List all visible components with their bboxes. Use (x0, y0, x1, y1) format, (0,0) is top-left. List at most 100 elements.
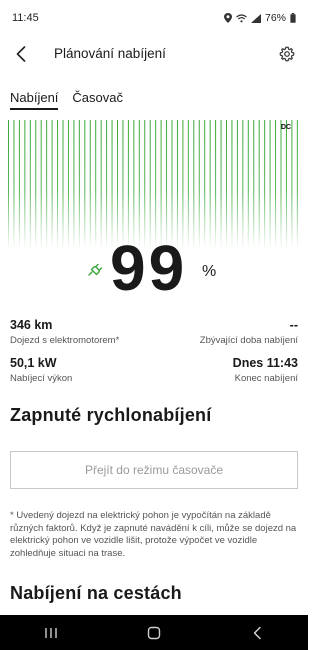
tab-bar: Nabíjení Časovač (10, 90, 123, 110)
status-bar: 11:45 76% (0, 0, 308, 36)
charge-bar (111, 120, 113, 250)
charge-bar (264, 120, 266, 250)
power-label: Nabíjecí výkon (10, 373, 73, 384)
charge-bar (73, 120, 75, 250)
charge-bar (89, 120, 91, 250)
system-nav-bar (0, 615, 308, 650)
charge-bar (78, 120, 80, 250)
remaining-time-label: Zbývající doba nabíjení (199, 335, 298, 346)
charge-bar (171, 120, 173, 250)
charge-bar (166, 120, 168, 250)
system-back-button[interactable] (237, 618, 277, 648)
charge-bar (51, 120, 53, 250)
recents-icon (45, 627, 58, 638)
charge-bar (280, 120, 282, 250)
signal-icon (250, 13, 261, 23)
charge-bar (204, 120, 206, 250)
charge-bar (220, 120, 222, 250)
charge-bar (296, 120, 298, 250)
home-button[interactable] (134, 618, 174, 648)
charge-bar (18, 120, 20, 250)
charge-bar (133, 120, 135, 250)
charge-bar (13, 120, 15, 250)
charge-bar (144, 120, 146, 250)
fast-charge-title: Zapnuté rychlonabíjení (10, 405, 212, 425)
charge-bar (160, 120, 162, 250)
percent-unit: % (202, 263, 217, 280)
charge-bar (275, 120, 277, 250)
status-time: 11:45 (12, 12, 39, 24)
battery-icon (290, 13, 296, 23)
charge-bar (62, 120, 64, 250)
charge-bar (106, 120, 108, 250)
charge-bar (182, 120, 184, 250)
charge-bar (57, 120, 59, 250)
location-icon (223, 13, 232, 23)
charge-bar (95, 120, 97, 250)
charge-bar (100, 120, 102, 250)
charge-bar (269, 120, 271, 250)
tab-timer[interactable]: Časovač (72, 90, 123, 110)
status-icons: 76% (223, 12, 296, 24)
charge-bar (84, 120, 86, 250)
range-stat: 346 km Dojezd s elektromotorem* (10, 318, 119, 346)
charge-bar (231, 120, 233, 250)
charge-bar (46, 120, 48, 250)
home-icon (147, 626, 161, 639)
charge-bar (127, 120, 129, 250)
charge-bar (215, 120, 217, 250)
charge-bar (8, 120, 9, 250)
wifi-icon (236, 13, 247, 23)
settings-button[interactable] (276, 43, 298, 65)
range-footnote: * Uvedený dojezd na elektrický pohon je … (10, 510, 297, 559)
charge-bar (176, 120, 178, 250)
charge-bars (8, 120, 298, 250)
power-value: 50,1 kW (10, 356, 57, 370)
power-stat: 50,1 kW Nabíjecí výkon (10, 356, 72, 384)
charge-bar (40, 120, 42, 250)
battery-percent: 76% (264, 12, 286, 24)
charge-bar (117, 120, 118, 250)
recents-button[interactable] (31, 618, 71, 648)
charge-bar (35, 120, 37, 250)
remaining-time-stat: -- Zbývající doba nabíjení (200, 318, 298, 346)
charge-bar (187, 120, 189, 250)
charge-bar (24, 120, 26, 250)
timer-mode-button[interactable]: Přejít do režimu časovače (10, 451, 298, 489)
charge-percentage: 99 (110, 232, 188, 304)
charge-bar (149, 120, 151, 250)
charge-bar (155, 120, 157, 250)
end-time-value: Dnes 11:43 (232, 356, 298, 370)
remaining-time-value: -- (289, 318, 298, 332)
back-arrow-icon (16, 46, 26, 62)
end-time-stat: Dnes 11:43 Konec nabíjení (233, 356, 298, 384)
range-value: 346 km (10, 318, 53, 332)
back-button[interactable] (10, 43, 32, 65)
app-header: Plánování nabíjení (0, 36, 308, 72)
charge-bar (193, 120, 195, 250)
charge-bar (29, 120, 31, 250)
page-title: Plánování nabíjení (54, 46, 166, 61)
charge-level: 99 % (0, 236, 308, 312)
charge-bar (242, 120, 244, 250)
charge-bar (198, 120, 200, 250)
charge-bar (226, 120, 227, 250)
charge-bar (236, 120, 238, 250)
back-icon (253, 626, 261, 639)
gear-icon (279, 46, 295, 62)
charge-bar (253, 120, 255, 250)
charge-bar (247, 120, 249, 250)
on-road-title: Nabíjení na cestách (10, 583, 182, 603)
charge-bar (138, 120, 140, 250)
plug-icon (88, 264, 103, 276)
charge-bar (122, 120, 124, 250)
charge-bar (285, 120, 287, 250)
dc-label: DC (281, 124, 292, 131)
tab-charging[interactable]: Nabíjení (10, 90, 59, 110)
charge-bar (67, 120, 69, 250)
end-time-label: Konec nabíjení (234, 373, 298, 384)
range-label: Dojezd s elektromotorem* (10, 335, 120, 346)
charge-bar (291, 120, 293, 250)
charge-bar (209, 120, 211, 250)
charge-bar (258, 120, 260, 250)
